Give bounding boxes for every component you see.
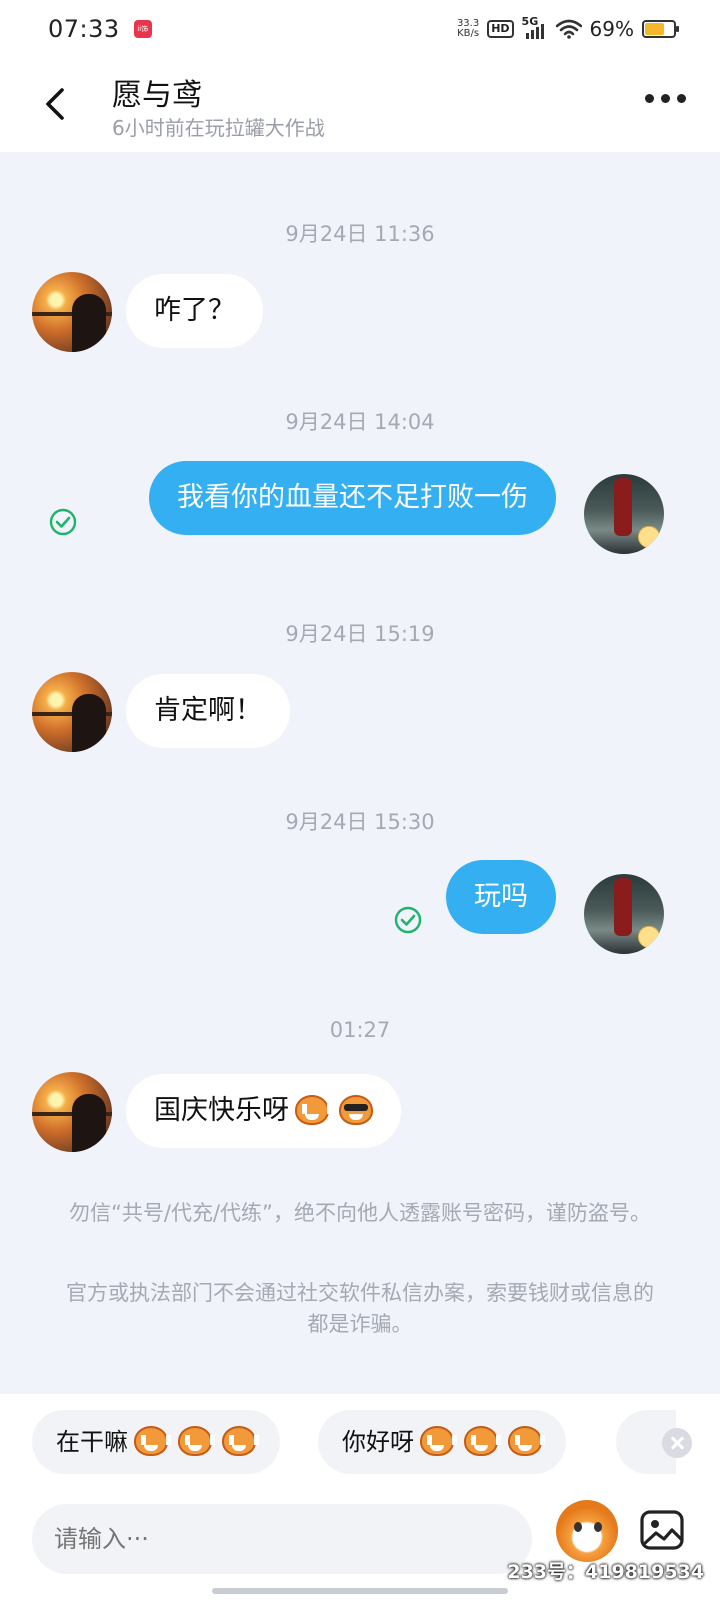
monkey-emoji-icon xyxy=(295,1094,332,1125)
grin-monkey-emoji-icon xyxy=(222,1426,259,1456)
signal-icon: 5G xyxy=(522,15,548,39)
message-bubble-incoming[interactable]: 国庆快乐呀 xyxy=(126,1074,401,1148)
network-type: 5G xyxy=(521,15,539,28)
message-bubble-incoming[interactable]: 肯定啊！ xyxy=(126,674,290,748)
my-avatar[interactable] xyxy=(584,874,664,954)
message-input[interactable] xyxy=(32,1504,532,1574)
monkey-emoji-icon xyxy=(508,1426,545,1456)
network-speed: 33.3 KB/s xyxy=(457,19,479,39)
status-indicators: 33.3 KB/s HD 5G 69% xyxy=(457,15,679,41)
back-arrow-icon[interactable] xyxy=(36,82,76,126)
wifi-icon xyxy=(555,19,582,39)
quick-reply-chip[interactable]: 在干嘛 xyxy=(32,1410,280,1474)
status-bar: 07:33 ii饰 33.3 KB/s HD 5G 69% xyxy=(0,0,720,58)
message-timestamp: 9月24日 11:36 xyxy=(285,222,435,246)
network-speed-unit: KB/s xyxy=(457,28,480,39)
message-timestamp: 01:27 xyxy=(329,1018,391,1042)
message-bubble-outgoing[interactable]: 玩吗 xyxy=(446,860,556,934)
app-notification-icon: ii饰 xyxy=(133,20,152,38)
read-check-icon xyxy=(49,508,77,536)
message-timestamp: 9月24日 15:30 xyxy=(285,810,435,834)
battery-icon xyxy=(642,20,679,38)
read-check-icon xyxy=(394,906,422,934)
anti-scam-notice: 官方或执法部门不会通过社交软件私信办案，索要钱财或信息的都是诈骗。 xyxy=(66,1281,654,1336)
quick-reply-text: 你好呀 xyxy=(342,1428,414,1456)
image-picker-icon[interactable] xyxy=(638,1506,686,1554)
input-area: 在干嘛 你好呀 233号：419819534 xyxy=(0,1394,720,1600)
battery-level xyxy=(645,23,665,35)
grin-monkey-emoji-icon xyxy=(134,1426,171,1456)
quick-reply-chip[interactable]: 你好呀 xyxy=(318,1410,566,1474)
monkey-emoji-icon xyxy=(420,1426,457,1456)
chat-messages[interactable]: 9月24日 11:36 咋了？ 9月24日 14:04 我看你的血量还不足打败一… xyxy=(0,152,720,1394)
quick-reply-text: 在干嘛 xyxy=(56,1428,128,1456)
status-time: 07:33 xyxy=(48,15,120,43)
more-options-icon[interactable] xyxy=(645,94,686,103)
contact-name[interactable]: 愿与鸢 xyxy=(112,70,202,114)
home-indicator[interactable] xyxy=(212,1588,508,1594)
emoji-mascot-button[interactable] xyxy=(556,1500,618,1562)
message-timestamp: 9月24日 15:19 xyxy=(285,622,435,646)
chat-header: 愿与鸢 6小时前在玩拉罐大作战 xyxy=(0,58,720,152)
message-text: 国庆快乐呀 xyxy=(154,1095,289,1126)
grin-monkey-emoji-icon xyxy=(178,1426,215,1456)
anti-fraud-notice: 勿信“共号/代充/代练”，绝不向他人透露账号密码，谨防盗号。 xyxy=(69,1201,651,1225)
my-avatar[interactable] xyxy=(584,474,664,554)
battery-percent: 69% xyxy=(589,17,634,41)
friend-avatar[interactable] xyxy=(32,672,112,752)
cool-monkey-emoji-icon xyxy=(339,1094,373,1125)
message-timestamp: 9月24日 14:04 xyxy=(285,410,435,434)
close-quick-replies-icon[interactable] xyxy=(662,1428,692,1458)
friend-avatar[interactable] xyxy=(32,1072,112,1152)
watermark: 233号：419819534 xyxy=(507,1561,704,1583)
hd-icon: HD xyxy=(487,20,514,38)
friend-avatar[interactable] xyxy=(32,272,112,352)
contact-status: 6小时前在玩拉罐大作战 xyxy=(112,116,325,140)
monkey-emoji-icon xyxy=(464,1426,501,1456)
message-bubble-outgoing[interactable]: 我看你的血量还不足打败一伤 xyxy=(149,461,556,535)
message-bubble-incoming[interactable]: 咋了？ xyxy=(126,274,263,348)
